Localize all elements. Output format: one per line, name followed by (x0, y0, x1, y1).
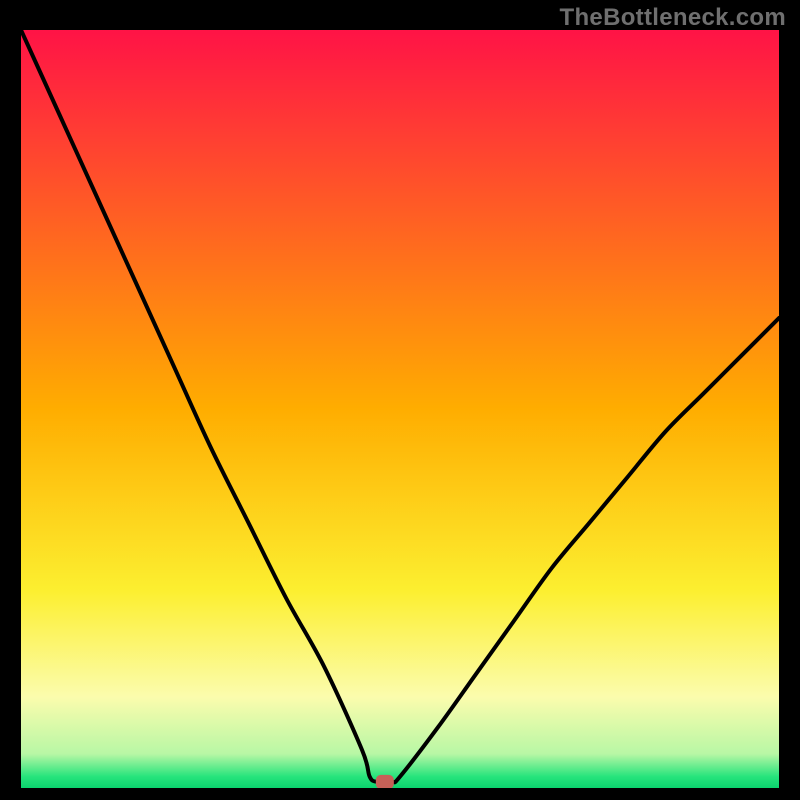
chart-frame: TheBottleneck.com (0, 0, 800, 800)
plot-area (21, 30, 779, 788)
bottleneck-chart (21, 30, 779, 788)
gradient-background (21, 30, 779, 788)
watermark-label: TheBottleneck.com (560, 4, 786, 32)
optimal-point-marker (376, 775, 394, 788)
